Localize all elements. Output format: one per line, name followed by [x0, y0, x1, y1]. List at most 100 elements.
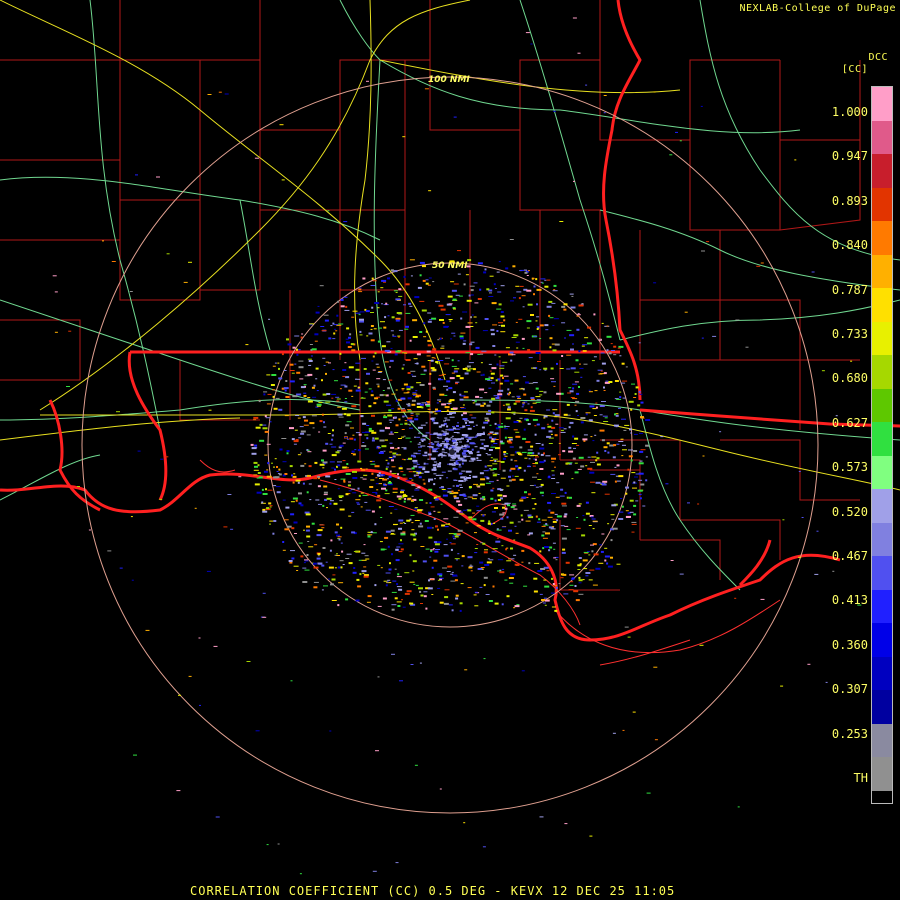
echo-gate	[330, 539, 333, 542]
echo-gate	[432, 348, 437, 351]
echo-gate	[364, 391, 368, 393]
echo-gate	[570, 367, 576, 370]
echo-gate	[379, 394, 384, 397]
echo-gate	[780, 685, 784, 687]
echo-gate	[580, 465, 585, 468]
echo-gate	[282, 461, 287, 463]
echo-gate	[425, 330, 428, 333]
echo-gate	[568, 589, 574, 591]
echo-gate	[405, 480, 410, 482]
echo-gate	[412, 570, 415, 572]
echo-gate	[467, 587, 472, 589]
echo-gate	[459, 441, 462, 443]
echo-gate	[352, 492, 357, 494]
echo-gate	[427, 284, 431, 286]
echo-gate	[277, 362, 280, 364]
echo-gate	[409, 554, 412, 557]
echo-gate	[441, 456, 443, 458]
echo-gate	[451, 260, 454, 263]
echo-gate	[368, 427, 372, 430]
echo-gate	[370, 531, 373, 534]
echo-gate	[447, 565, 453, 568]
echo-gate	[382, 597, 387, 600]
echo-gate	[295, 479, 301, 482]
echo-gate	[402, 474, 406, 476]
echo-gate	[737, 806, 740, 808]
echo-gate	[365, 468, 368, 470]
echo-gate	[543, 597, 547, 599]
echo-gate	[401, 397, 405, 398]
echo-gate	[485, 482, 491, 484]
echo-gate	[285, 380, 288, 382]
echo-gate	[579, 367, 584, 369]
echo-gate	[357, 503, 361, 505]
echo-gate	[452, 426, 455, 428]
echo-gate	[374, 523, 377, 526]
echo-gate	[807, 663, 811, 665]
echo-gate	[364, 448, 369, 450]
echo-gate	[497, 494, 503, 497]
echo-gate	[630, 432, 633, 434]
echo-gate	[452, 535, 455, 538]
echo-gate	[511, 396, 515, 398]
echo-gate	[595, 459, 598, 462]
echo-gate	[266, 469, 269, 471]
echo-gate	[315, 378, 318, 380]
echo-gate	[412, 319, 418, 322]
scale-segment	[872, 388, 892, 423]
echo-gate	[429, 411, 433, 414]
echo-gate	[299, 378, 304, 380]
echo-gate	[576, 504, 581, 507]
echo-gate	[416, 463, 420, 465]
echo-gate	[273, 520, 277, 522]
echo-gate	[434, 413, 438, 415]
echo-gate	[392, 334, 395, 336]
echo-gate	[521, 406, 524, 408]
echo-gate	[371, 306, 374, 309]
echo-gate	[377, 447, 380, 449]
echo-gate	[269, 520, 274, 522]
echo-gate	[433, 510, 436, 512]
echo-gate	[441, 524, 446, 527]
echo-gate	[456, 484, 459, 487]
echo-gate	[309, 344, 313, 345]
echo-gate	[488, 520, 491, 523]
echo-gate	[298, 366, 304, 369]
echo-gate	[633, 397, 637, 398]
echo-gate	[411, 529, 415, 531]
echo-gate	[453, 370, 458, 373]
echo-gate	[551, 302, 556, 304]
echo-gate	[587, 456, 591, 458]
echo-gate	[405, 325, 409, 328]
echo-gate	[631, 472, 636, 474]
echo-gate	[278, 468, 281, 471]
echo-gate	[305, 529, 310, 532]
echo-gate	[411, 522, 414, 524]
echo-gate	[351, 349, 356, 352]
echo-gate	[264, 430, 269, 433]
echo-gate	[431, 566, 434, 569]
echo-gate	[574, 381, 579, 383]
echo-gate	[325, 442, 329, 445]
echo-gate	[616, 480, 621, 482]
echo-gate	[639, 450, 644, 453]
echo-gate	[414, 418, 419, 421]
echo-gate	[604, 547, 608, 549]
echo-gate	[198, 637, 201, 639]
scale-tick-label: 0.893	[831, 193, 868, 208]
echo-gate	[474, 446, 478, 448]
echo-gate	[495, 540, 501, 543]
echo-gate	[471, 448, 474, 451]
echo-gate	[500, 477, 506, 479]
echo-gate	[628, 455, 633, 458]
echo-gate	[590, 481, 595, 483]
echo-gate	[598, 544, 602, 546]
echo-gate	[635, 386, 639, 389]
echo-gate	[434, 498, 439, 501]
echo-gate	[506, 502, 511, 504]
echo-gate	[263, 470, 268, 473]
echo-gate	[407, 423, 410, 425]
echo-gate	[498, 356, 501, 358]
echo-gate	[301, 333, 304, 335]
echo-gate	[405, 359, 411, 361]
